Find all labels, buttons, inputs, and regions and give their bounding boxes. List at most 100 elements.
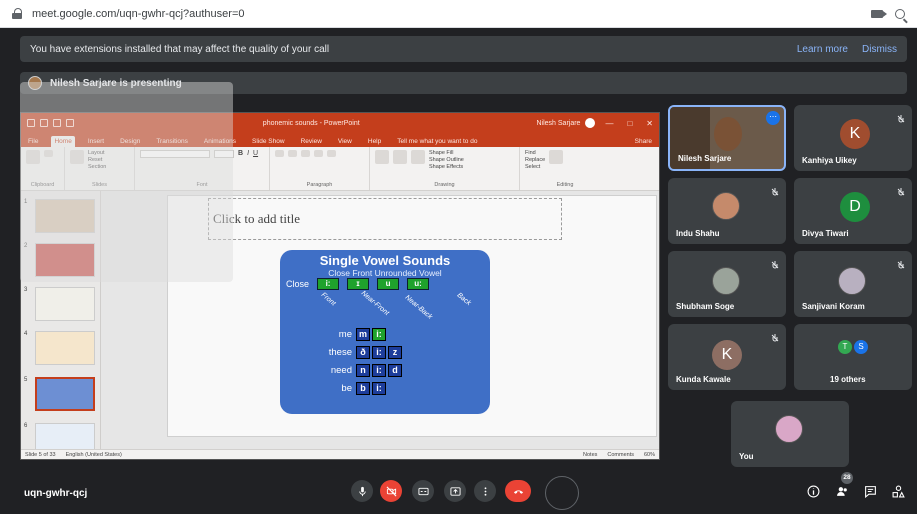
replace-button[interactable]: Replace — [525, 157, 545, 163]
participant-tile-you[interactable]: You — [731, 401, 849, 467]
paste-icon[interactable] — [26, 150, 40, 164]
pens-icon[interactable] — [549, 150, 564, 164]
tab-animations[interactable]: Animations — [201, 136, 239, 147]
more-vertical-icon — [484, 486, 486, 496]
browser-address-bar[interactable]: meet.google.com/uqn-gwhr-qcj?authuser=0 — [0, 0, 917, 28]
present-icon[interactable] — [66, 119, 74, 127]
others-count-label: 19 others — [830, 375, 866, 384]
layout-button[interactable]: Layout — [88, 150, 106, 156]
participant-tile-shubham[interactable]: Shubham Soge — [668, 251, 786, 317]
symbol-u: u — [377, 278, 400, 290]
notes-button[interactable]: Notes — [583, 452, 597, 458]
save-icon[interactable] — [27, 119, 35, 127]
word-row-need: need n i: d — [314, 364, 402, 377]
participant-tile-nilesh[interactable]: ⋯ Nilesh Sarjare — [668, 105, 786, 171]
find-button[interactable]: Find — [525, 150, 545, 156]
camera-icon[interactable] — [871, 9, 887, 18]
align-left-icon[interactable] — [301, 150, 310, 157]
tab-help[interactable]: Help — [365, 136, 384, 147]
participant-tile-indu[interactable]: Indu Shahu — [668, 178, 786, 244]
microphone-button[interactable] — [351, 480, 373, 502]
new-slide-icon[interactable] — [70, 150, 84, 164]
zoom-icon[interactable] — [895, 8, 905, 19]
chat-button[interactable] — [862, 483, 878, 499]
ppt-status-bar: Slide 5 of 33 English (United States) No… — [21, 449, 659, 459]
presenting-text: Nilesh Sarjare is presenting — [50, 77, 182, 89]
meeting-details-button[interactable] — [805, 483, 821, 499]
learn-more-link[interactable]: Learn more — [797, 44, 848, 55]
numbering-icon[interactable] — [288, 150, 297, 157]
align-right-icon[interactable] — [327, 150, 336, 157]
participant-tile-others[interactable]: T S 19 others — [794, 324, 912, 390]
tab-transitions[interactable]: Transitions — [153, 136, 191, 147]
font-name-select[interactable] — [140, 150, 210, 158]
select-button[interactable]: Select — [525, 164, 545, 170]
slide-thumbnail-4[interactable] — [35, 331, 95, 365]
font-size-select[interactable] — [214, 150, 234, 158]
word-be: be — [341, 383, 352, 394]
tab-slide-show[interactable]: Slide Show — [249, 136, 288, 147]
minimize-icon[interactable]: — — [605, 119, 613, 128]
shape-fill-button[interactable]: Shape Fill — [429, 150, 464, 156]
tab-home[interactable]: Home — [51, 136, 75, 147]
shape-effects-button[interactable]: Shape Effects — [429, 164, 464, 170]
slide-counter: Slide 5 of 33 — [25, 451, 56, 458]
lock-icon — [12, 8, 22, 19]
reset-button[interactable]: Reset — [88, 157, 106, 163]
title-placeholder[interactable]: Click to add title — [208, 198, 562, 240]
language-indicator[interactable]: English (United States) — [66, 452, 122, 458]
underline-button[interactable]: U — [253, 150, 258, 157]
close-icon[interactable]: ✕ — [646, 119, 653, 128]
quick-styles-icon[interactable] — [411, 150, 425, 164]
ppt-document-title: phonemic sounds - PowerPoint — [262, 119, 360, 127]
slide-thumbnail-1[interactable] — [35, 199, 95, 233]
people-button[interactable] — [834, 483, 850, 499]
participant-tile-sanjivani[interactable]: Sanjivani Koram — [794, 251, 912, 317]
italic-button[interactable]: I — [247, 150, 249, 157]
bold-button[interactable]: B — [238, 150, 243, 157]
slide-thumbnail-3[interactable] — [35, 287, 95, 321]
undo-icon[interactable] — [40, 119, 48, 127]
more-options-icon[interactable]: ⋯ — [766, 111, 780, 125]
cut-icon[interactable] — [44, 150, 53, 157]
participant-tile-kanhiya[interactable]: K Kanhiya Uikey — [794, 105, 912, 171]
camera-button[interactable] — [380, 480, 402, 502]
redo-icon[interactable] — [53, 119, 61, 127]
shape-outline-button[interactable]: Shape Outline — [429, 157, 464, 163]
chat-icon — [864, 485, 876, 498]
section-button[interactable]: Section — [88, 164, 106, 170]
ppt-share-button[interactable]: Share — [632, 136, 655, 147]
tab-insert[interactable]: Insert — [85, 136, 107, 147]
slide-thumbnail-2[interactable] — [35, 243, 95, 277]
bullets-icon[interactable] — [275, 150, 284, 157]
symbol-i-short: ɪ — [347, 278, 370, 290]
leave-call-button[interactable] — [505, 480, 531, 502]
slide-thumbnails-pane[interactable]: 1 2 3 4 5 6 — [21, 191, 101, 449]
participant-avatar-letter: D — [840, 192, 870, 222]
tell-me-search[interactable]: Tell me what you want to do — [394, 136, 480, 147]
tab-file[interactable]: File — [25, 136, 41, 147]
activities-button[interactable] — [890, 483, 906, 499]
present-now-button[interactable] — [444, 480, 466, 502]
tab-review[interactable]: Review — [298, 136, 325, 147]
shapes-icon[interactable] — [375, 150, 389, 164]
others-avatar-bubble: S — [854, 340, 868, 354]
tab-design[interactable]: Design — [117, 136, 143, 147]
zoom-level[interactable]: 60% — [644, 452, 655, 458]
slide-thumbnail-5[interactable] — [35, 377, 95, 411]
participant-tile-kunda[interactable]: K Kunda Kawale — [668, 324, 786, 390]
current-slide[interactable]: Click to add title Single Vowel Sounds C… — [167, 195, 657, 437]
dismiss-button[interactable]: Dismiss — [862, 44, 897, 55]
group-label-editing: Editing — [556, 182, 574, 188]
participant-name: Nilesh Sarjare — [678, 154, 732, 163]
url-text[interactable]: meet.google.com/uqn-gwhr-qcj?authuser=0 — [32, 8, 245, 20]
slide-thumbnail-6[interactable] — [35, 423, 95, 449]
comments-button[interactable]: Comments — [607, 452, 634, 458]
restore-icon[interactable]: □ — [627, 119, 632, 128]
align-center-icon[interactable] — [314, 150, 323, 157]
arrange-icon[interactable] — [393, 150, 407, 164]
participant-tile-divya[interactable]: D Divya Tiwari — [794, 178, 912, 244]
more-options-button[interactable] — [474, 480, 496, 502]
captions-button[interactable] — [412, 480, 434, 502]
tab-view[interactable]: View — [335, 136, 355, 147]
